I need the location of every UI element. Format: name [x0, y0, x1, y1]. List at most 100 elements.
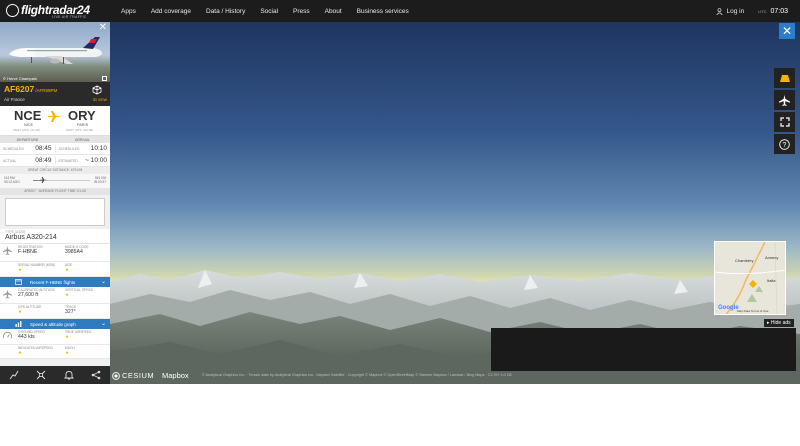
close-panel-icon[interactable]: ✕	[99, 23, 107, 33]
aircraft-photo-plane-icon	[9, 37, 102, 64]
speed-row: GROUND SPEED 443 kts TRUE AIRSPEED ★	[0, 329, 110, 345]
flight-progress: 114 KM 00:12 AGO 561 KM IN 00:57	[0, 174, 110, 188]
cesium-icon	[112, 371, 120, 380]
graph-icon	[15, 321, 22, 327]
speed-altitude-graph-button[interactable]: Speed & altitude graph ⌄	[0, 319, 110, 329]
scheduled-departure: 08:45	[35, 145, 52, 152]
svg-text:?: ?	[783, 142, 787, 149]
login-label: Log in	[726, 7, 745, 15]
fullscreen-button[interactable]	[774, 112, 795, 132]
speedometer-icon	[3, 331, 12, 339]
speed-graph-label: Speed & altitude graph	[30, 321, 76, 327]
login-button[interactable]: Log in	[715, 7, 745, 15]
3d-view-cube-icon[interactable]	[92, 85, 102, 95]
calendar-icon	[15, 279, 22, 285]
ad-banner[interactable]	[491, 328, 796, 371]
times-header: DEPARTURE ARRIVAL	[0, 136, 110, 143]
actual-row: ACTUAL 08:49 ESTIMATED ~ 10:00	[0, 155, 110, 167]
aircraft-type[interactable]: Airbus A320-214	[5, 234, 105, 241]
nav-add-coverage[interactable]: Add coverage	[151, 8, 191, 15]
close-3d-view-button[interactable]: ✕	[779, 23, 795, 39]
minimap[interactable]: Annecy Chambéry Italia Google Map Data T…	[714, 241, 786, 315]
ad-slot	[0, 195, 110, 229]
nav-press[interactable]: Press	[293, 8, 310, 15]
premium-star-icon[interactable]: ★	[18, 350, 61, 355]
copy-photo-icon[interactable]	[102, 76, 107, 81]
route-icon[interactable]	[9, 370, 19, 380]
user-icon	[715, 7, 723, 15]
nav-social[interactable]: Social	[260, 8, 278, 15]
mapbox-logo[interactable]: Mapbox	[162, 371, 189, 380]
expand-icon	[779, 117, 790, 127]
airline-name[interactable]: Air France	[4, 97, 25, 102]
departure-header: DEPARTURE	[16, 137, 39, 142]
time-label: SCHEDULED	[58, 146, 80, 151]
time-label: ESTIMATED	[58, 158, 78, 163]
progress-elapsed: 114 KM 00:12 AGO	[4, 176, 20, 184]
premium-star-icon[interactable]: ★	[65, 350, 108, 355]
estimated-arrival: ~ 10:00	[85, 157, 107, 164]
nav-about[interactable]: About	[325, 8, 342, 15]
scheduled-row: SCHEDULED 08:45 SCHEDULED 10:10	[0, 143, 110, 155]
flight-header: AF6207/AFR59PM Air France 3D VIEW	[0, 82, 110, 106]
time-label: SCHEDULED	[3, 146, 24, 151]
alert-bell-icon[interactable]	[63, 370, 74, 380]
origin-code[interactable]: NCE	[14, 108, 41, 123]
progress-remaining: 561 KM IN 00:57	[93, 176, 106, 184]
registration-value[interactable]: F-HBNE	[18, 249, 61, 255]
photo-credit[interactable]: © Hervé Champain	[3, 76, 37, 81]
map-data-link[interactable]: Map Data Terms of Use	[737, 309, 768, 313]
3d-globe-view[interactable]: ✕ ? Annecy Chambéry Italia Google Map Da…	[110, 22, 800, 384]
3d-view-label[interactable]: 3D VIEW	[93, 98, 107, 102]
track-value: 327°	[65, 309, 76, 315]
help-button[interactable]: ?	[774, 134, 795, 154]
cesium-label: CESIUM	[122, 371, 155, 380]
header-right: Log in UTC 07:03	[715, 0, 788, 22]
arrival-header: ARRIVAL	[74, 137, 91, 142]
premium-star-icon[interactable]: ★	[65, 292, 108, 297]
plane-icon	[779, 94, 790, 106]
gps-row: GPS ALTITUDE ★ TRACK 327°	[0, 304, 110, 319]
calibrated-altitude-value: 27,600 ft	[18, 292, 39, 298]
premium-star-icon[interactable]: ★	[65, 267, 108, 272]
chevron-down-icon: ⌄	[100, 279, 106, 285]
premium-star-icon[interactable]: ★	[18, 309, 61, 314]
camera-mode-button[interactable]	[774, 68, 795, 88]
serial-row: SERIAL NUMBER (MSN) ★ AGE ★	[0, 262, 110, 277]
hide-ads-button[interactable]: ▸ Hide ads	[764, 319, 794, 327]
top-navigation-bar: flightradar24 LIVE AIR TRAFFIC Apps Add …	[0, 0, 800, 22]
nav-data-history[interactable]: Data / History	[206, 8, 245, 15]
follow-icon[interactable]	[36, 370, 46, 380]
serial-label: SERIAL NUMBER (MSN)	[18, 263, 56, 267]
cesium-logo[interactable]: CESIUM	[112, 371, 154, 380]
share-icon[interactable]	[91, 370, 101, 380]
aircraft-icon	[3, 246, 12, 255]
help-icon: ?	[779, 138, 790, 150]
airspeed-row: INDICATED AIRSPEED ★ MACH ★	[0, 345, 110, 359]
nav-apps[interactable]: Apps	[121, 8, 136, 15]
scheduled-arrival: 10:10	[90, 145, 107, 152]
destination-code[interactable]: ORY	[68, 108, 96, 123]
logo-circle-icon	[6, 4, 19, 17]
google-logo: Google	[718, 305, 739, 311]
recent-flights-button[interactable]: Recent F-HBNE flights ⌄	[0, 277, 110, 287]
premium-star-icon[interactable]: ★	[18, 267, 61, 272]
aircraft-photo[interactable]: ✕ © Hervé Champain	[0, 22, 110, 82]
destination-timezone: CEST (UTC +02:00)	[66, 128, 94, 132]
aircraft-type-block: TYPE (A320) Airbus A320-214	[0, 229, 110, 244]
utc-clock: 07:03	[770, 7, 788, 15]
minimap-town: Annecy	[765, 255, 779, 260]
flight-number: AF6207/AFR59PM	[4, 84, 58, 94]
nav-business-services[interactable]: Business services	[357, 8, 409, 15]
app-window: flightradar24 LIVE AIR TRAFFIC Apps Add …	[0, 0, 800, 384]
premium-star-icon[interactable]: ★	[65, 334, 108, 339]
great-circle-distance: GREAT CIRCLE DISTANCE: 675 KM	[0, 167, 110, 174]
panel-toolbar	[0, 366, 110, 384]
ground-speed-value: 443 kts	[18, 334, 35, 340]
minimap-town: Chambéry	[735, 258, 754, 263]
flightradar24-logo[interactable]: flightradar24 LIVE AIR TRAFFIC	[6, 2, 90, 20]
aircraft-view-button[interactable]	[774, 90, 795, 110]
destination-city: PARIS	[77, 123, 89, 127]
ad-placeholder[interactable]	[5, 198, 105, 226]
actual-departure: 08:49	[35, 157, 52, 164]
